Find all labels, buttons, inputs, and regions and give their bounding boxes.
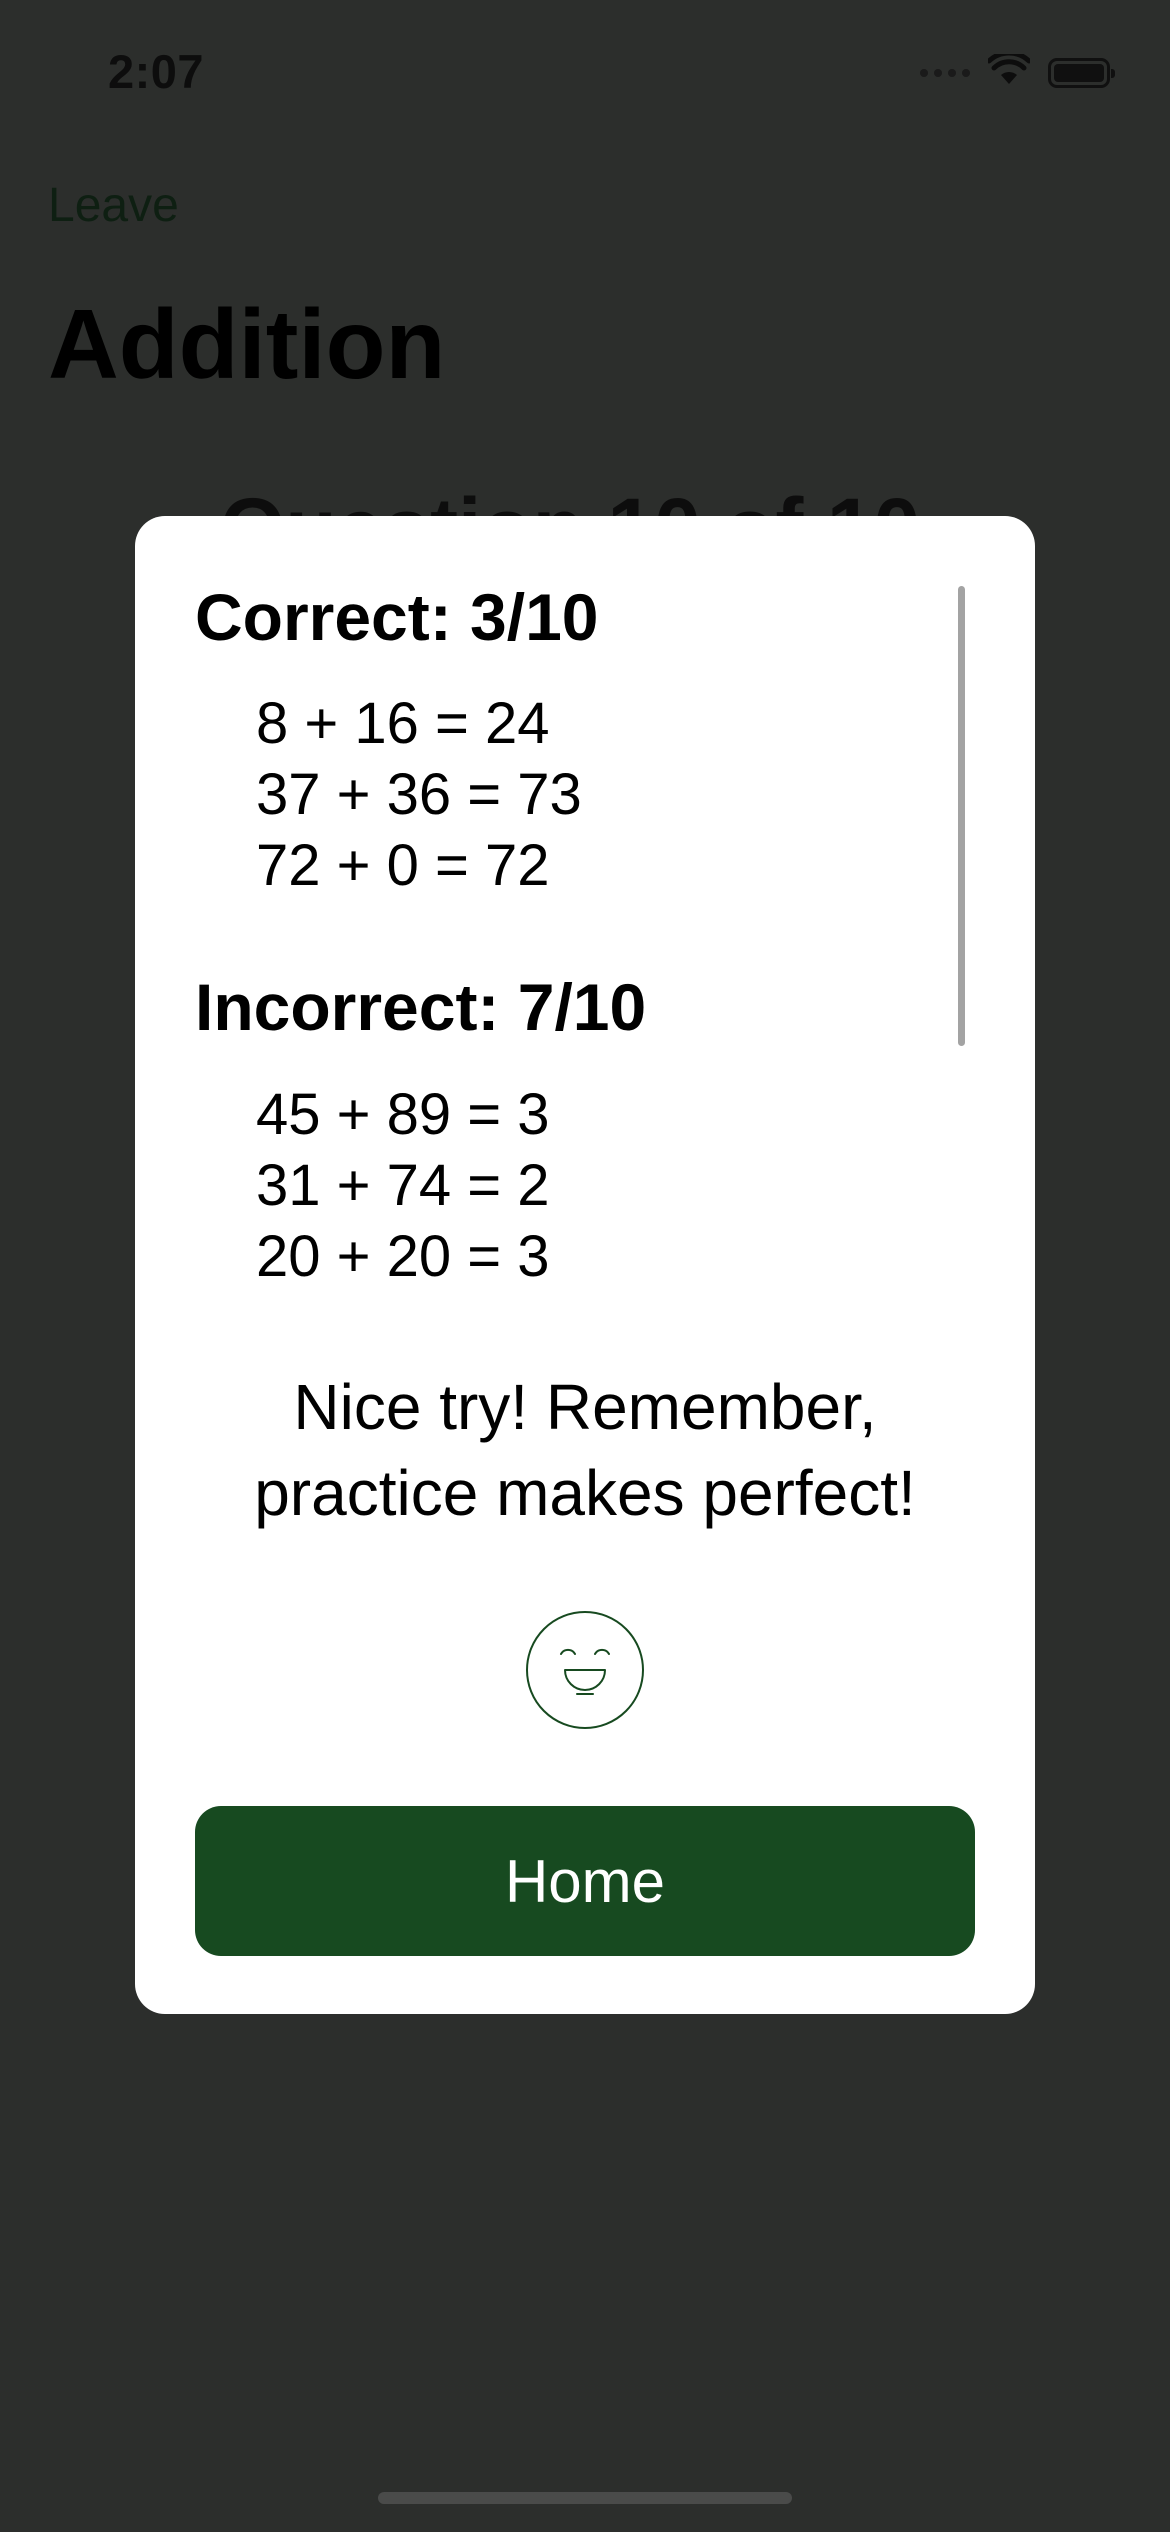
incorrect-heading: Incorrect: 7/10 (195, 970, 647, 1044)
correct-item: 37 + 36 = 73 (256, 762, 582, 827)
encouragement-message: Nice try! Remember, practice makes perfe… (135, 1364, 1035, 1536)
message-line-2: practice makes perfect! (254, 1457, 916, 1529)
correct-item: 72 + 0 = 72 (256, 833, 550, 898)
smiley-face-icon (525, 1610, 645, 1730)
cellular-signal-icon (920, 68, 970, 77)
battery-icon (1048, 57, 1115, 88)
correct-item: 8 + 16 = 24 (256, 691, 550, 756)
status-icons (920, 50, 1115, 91)
correct-heading: Correct: 3/10 (195, 580, 599, 654)
incorrect-item: 31 + 74 = 2 (256, 1153, 550, 1218)
wifi-icon (986, 50, 1032, 91)
incorrect-list: 45 + 89 = 3 31 + 74 = 2 20 + 20 = 3 (256, 1079, 549, 1292)
correct-list: 8 + 16 = 24 37 + 36 = 73 72 + 0 = 72 (256, 688, 582, 901)
home-indicator[interactable] (378, 2492, 792, 2504)
message-line-1: Nice try! Remember, (293, 1371, 877, 1443)
scrollbar[interactable] (958, 586, 965, 1046)
home-button[interactable]: Home (195, 1806, 975, 1956)
incorrect-item: 20 + 20 = 3 (256, 1224, 550, 1289)
page-title: Addition (48, 289, 446, 399)
results-dialog: Correct: 3/10 8 + 16 = 24 37 + 36 = 73 7… (135, 516, 1035, 2014)
status-time: 2:07 (108, 45, 205, 98)
incorrect-item: 45 + 89 = 3 (256, 1082, 550, 1147)
leave-button[interactable]: Leave (48, 178, 179, 233)
